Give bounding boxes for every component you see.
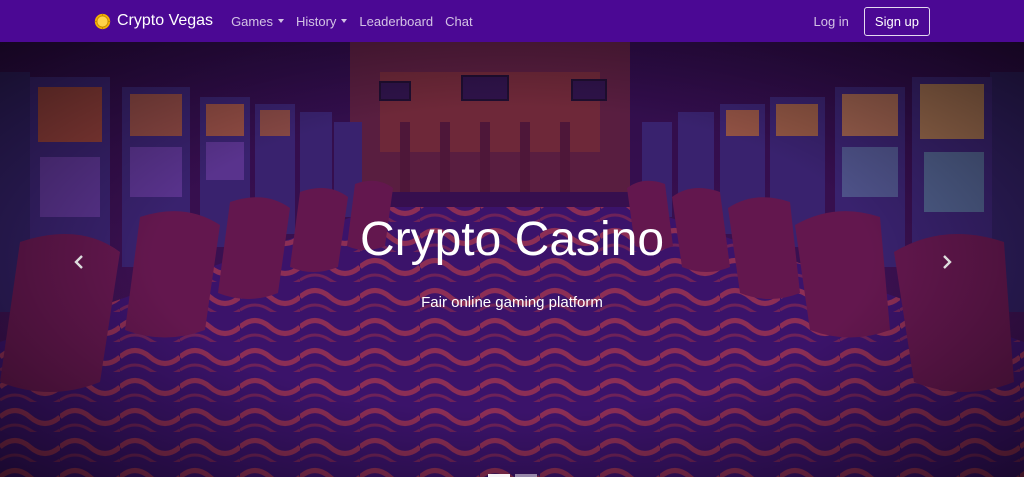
- nav-games-label: Games: [231, 13, 273, 29]
- coin-icon: [94, 13, 111, 29]
- hero-carousel: Crypto Casino Fair online gaming platfor…: [0, 42, 1024, 477]
- hero-title: Crypto Casino: [359, 213, 665, 266]
- nav-history[interactable]: History: [295, 13, 348, 29]
- nav-chat[interactable]: Chat: [445, 14, 472, 29]
- nav-right: Log in Sign up: [813, 6, 930, 36]
- brand-link[interactable]: Crypto Vegas: [94, 12, 213, 30]
- signup-button[interactable]: Sign up: [863, 6, 930, 36]
- login-link[interactable]: Log in: [813, 14, 848, 29]
- navbar: Crypto Vegas Games History Leaderboard C…: [0, 0, 1024, 42]
- brand-name: Crypto Vegas: [117, 12, 214, 29]
- hero-subtitle: Fair online gaming platform: [421, 294, 603, 311]
- nav-leaderboard[interactable]: Leaderboard: [359, 14, 433, 29]
- nav-history-label: History: [295, 13, 337, 29]
- nav-links: Games History Leaderboard Chat: [231, 14, 485, 29]
- caret-down-icon: [277, 19, 284, 23]
- caret-down-icon: [341, 19, 348, 23]
- nav-games[interactable]: Games: [231, 14, 284, 29]
